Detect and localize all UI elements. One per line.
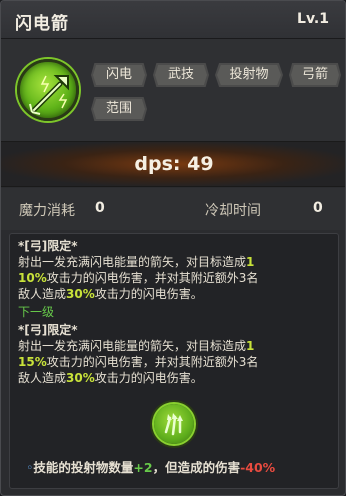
dps-bar: dps: 49 bbox=[1, 141, 345, 187]
tag-bow: 弓箭 bbox=[289, 63, 341, 87]
multi-arrow-icon[interactable] bbox=[154, 404, 194, 444]
cooldown-value: 0 bbox=[313, 200, 323, 216]
dps-value: dps: 49 bbox=[134, 153, 214, 175]
next-desc-line-2: 15%攻击力的闪电伤害，并对其附近额外3名 bbox=[18, 355, 259, 369]
tag-projectile: 投射物 bbox=[215, 63, 283, 87]
skill-title: 闪电箭 bbox=[15, 14, 69, 34]
tag-lightning: 闪电 bbox=[91, 63, 147, 87]
next-level-label: 下一级 bbox=[18, 305, 55, 319]
tooltip-header: 闪电箭 Lv.1 bbox=[1, 1, 345, 39]
next-desc-line-3: 敌人造成30%攻击力的闪电伤害。 bbox=[18, 371, 203, 385]
desc-line-2: 10%攻击力的闪电伤害，并对其附近额外3名 bbox=[18, 271, 259, 285]
skill-stats: 魔力消耗 0 冷却时间 0 bbox=[1, 188, 345, 230]
lightning-arrow-icon bbox=[17, 59, 79, 121]
tag-martial: 武技 bbox=[153, 63, 209, 87]
desc-line-3: 敌人造成30%攻击力的闪电伤害。 bbox=[18, 287, 203, 301]
skill-description: *[弓]限定* 射出一发充满闪电能量的箭矢，对目标造成1 10%攻击力的闪电伤害… bbox=[9, 233, 339, 489]
next-restriction-label: *[弓]限定* bbox=[18, 323, 78, 337]
mana-cost-value: 0 bbox=[95, 200, 105, 216]
mana-cost-label: 魔力消耗 bbox=[19, 203, 75, 219]
skill-level: Lv.1 bbox=[297, 11, 329, 27]
desc-line-1: 射出一发充满闪电能量的箭矢，对目标造成1 bbox=[18, 255, 255, 269]
skill-tooltip-panel: 闪电箭 Lv.1 闪电 武技 投射物 弓箭 范围 dps: 49 魔力消耗 0 … bbox=[0, 0, 346, 496]
cooldown-label: 冷却时间 bbox=[205, 203, 261, 219]
projectile-modifier: ◦技能的投射物数量+2，但造成的伤害-40% bbox=[26, 460, 276, 475]
next-desc-line-1: 射出一发充满闪电能量的箭矢，对目标造成1 bbox=[18, 339, 255, 353]
tag-area: 范围 bbox=[91, 97, 147, 121]
skill-info-area: 闪电 武技 投射物 弓箭 范围 bbox=[1, 39, 345, 141]
restriction-label: *[弓]限定* bbox=[18, 239, 78, 253]
